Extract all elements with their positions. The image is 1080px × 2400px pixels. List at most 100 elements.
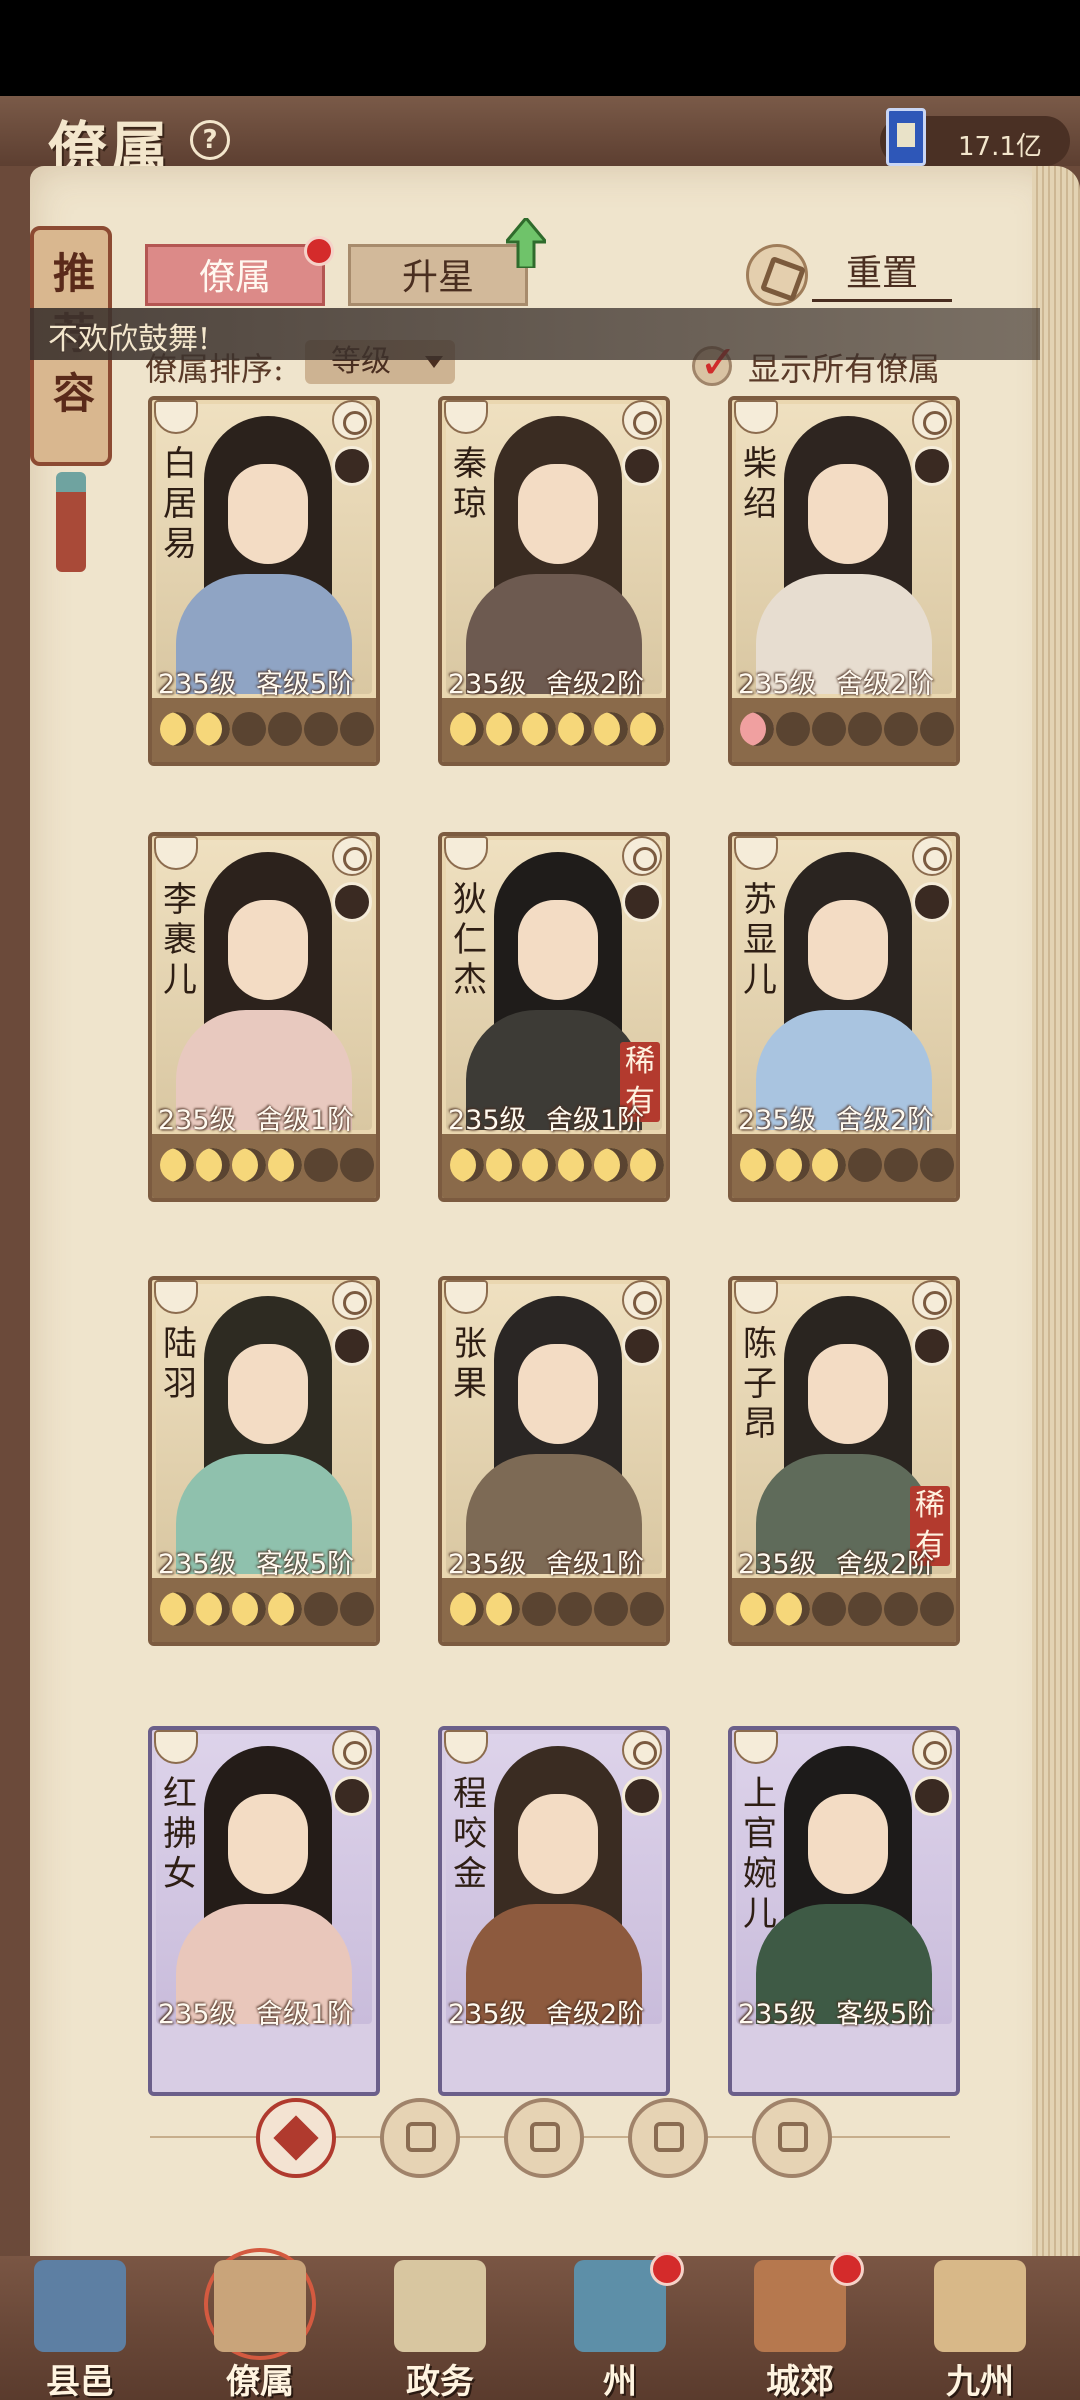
nav-county[interactable]: 县邑 — [0, 2256, 160, 2400]
moon-icon — [304, 1148, 338, 1182]
moon-icon — [522, 1148, 556, 1182]
attribute-icon — [622, 400, 662, 440]
moon-row — [732, 698, 956, 762]
rank-label: 舍级1阶 — [256, 1105, 355, 1136]
level-label: 235级 — [158, 669, 237, 700]
nav-label: 九州 — [946, 2362, 1014, 2400]
help-icon[interactable]: ? — [190, 120, 230, 160]
retainer-card[interactable]: 陈子昂稀有 235级 舍级2阶 — [728, 1276, 960, 1646]
name-char: 红 — [163, 1774, 197, 1814]
retainer-name: 苏显儿 — [740, 880, 780, 1000]
monkey-icon-glyph — [530, 2122, 560, 2152]
name-char: 狄 — [453, 880, 487, 920]
reset-scroll-icon[interactable] — [746, 244, 808, 306]
moon-icon — [196, 1148, 230, 1182]
portrait-face — [518, 900, 598, 1000]
tab-star-up[interactable]: 升星 — [348, 244, 528, 306]
attribute-icon — [912, 1730, 952, 1770]
moon-icon — [232, 1592, 266, 1626]
county-icon — [34, 2260, 126, 2352]
retainer-card[interactable]: 苏显儿 235级 舍级2阶 — [728, 832, 960, 1202]
nav-affairs[interactable]: 政务 — [360, 2256, 520, 2400]
fan-icon[interactable] — [628, 2098, 708, 2178]
name-char: 儿 — [743, 1894, 777, 1934]
retainer-card[interactable]: 白居易 235级 客级5阶 — [148, 396, 380, 766]
retainer-card[interactable]: 张果 235级 舍级1阶 — [438, 1276, 670, 1646]
name-char: 果 — [453, 1364, 487, 1404]
attribute-icon — [912, 1280, 952, 1320]
affairs-icon — [394, 2260, 486, 2352]
tab-retainers[interactable]: 僚属 — [145, 244, 325, 306]
nav-prefecture[interactable]: 州 — [540, 2252, 700, 2400]
moon-icon — [486, 1148, 520, 1182]
moon-icon — [812, 712, 846, 746]
name-char: 昂 — [743, 1404, 777, 1444]
attribute-icon — [912, 836, 952, 876]
moon-icon — [630, 1592, 664, 1626]
name-char: 拂 — [163, 1814, 197, 1854]
card-stats: 235级 客级5阶 — [732, 1992, 956, 2030]
nav-label: 僚属 — [226, 2362, 294, 2400]
retainer-card[interactable]: 狄仁杰稀有 235级 舍级1阶 — [438, 832, 670, 1202]
retainer-card[interactable]: 秦琼 235级 舍级2阶 — [438, 396, 670, 766]
header-bar: 僚属 ? 17.1亿 — [0, 96, 1080, 183]
card-stats: 235级 舍级2阶 — [732, 1098, 956, 1136]
moon-row — [732, 1578, 956, 1642]
portrait-face — [228, 1344, 308, 1444]
nav-suburb[interactable]: 城郊 — [720, 2252, 880, 2400]
retainer-name: 李裹儿 — [160, 880, 200, 1000]
fan-icon-glyph — [654, 2122, 684, 2152]
name-char: 陈 — [743, 1324, 777, 1364]
level-label: 235级 — [448, 1105, 527, 1136]
currency-display[interactable]: 17.1亿 — [880, 108, 1070, 166]
horse-icon[interactable] — [752, 2098, 832, 2178]
retainer-name: 张果 — [450, 1324, 490, 1404]
rank-label: 舍级2阶 — [836, 669, 935, 700]
scholar-hat-icon[interactable] — [380, 2098, 460, 2178]
portrait-face — [808, 464, 888, 564]
nav-retainer[interactable]: 僚属 — [180, 2248, 340, 2400]
name-char: 易 — [163, 524, 197, 564]
mini-avatar — [332, 1776, 372, 1816]
level-label: 235级 — [448, 1549, 527, 1580]
map-icon — [934, 2260, 1026, 2352]
rank-label: 舍级2阶 — [836, 1549, 935, 1580]
moon-icon — [848, 1592, 882, 1626]
portrait-face — [518, 464, 598, 564]
all-icon[interactable] — [256, 2098, 336, 2178]
moon-icon — [558, 712, 592, 746]
card-stats: 235级 舍级2阶 — [732, 662, 956, 700]
name-char: 柴 — [743, 444, 777, 484]
retainer-card[interactable]: 红拂女 235级 舍级1阶 — [148, 1726, 380, 2096]
retainer-card[interactable]: 上官婉儿 235级 客级5阶 — [728, 1726, 960, 2096]
moon-icon — [268, 1148, 302, 1182]
retainer-card[interactable]: 柴绍 235级 舍级2阶 — [728, 396, 960, 766]
attribute-icon — [622, 1280, 662, 1320]
notification-dot — [830, 2252, 864, 2286]
moon-row — [442, 1578, 666, 1642]
moon-icon — [160, 1592, 194, 1626]
moon-icon — [812, 1592, 846, 1626]
retainer-name: 陈子昂 — [740, 1324, 780, 1444]
moon-icon — [740, 1592, 774, 1626]
card-stats: 235级 客级5阶 — [152, 1542, 376, 1580]
retainer-card[interactable]: 李裹儿 235级 舍级1阶 — [148, 832, 380, 1202]
name-char: 女 — [163, 1854, 197, 1894]
retainer-name: 柴绍 — [740, 444, 780, 524]
name-char: 金 — [453, 1854, 487, 1894]
rank-label: 舍级1阶 — [256, 1999, 355, 2030]
moon-row — [732, 1134, 956, 1198]
book-page-edge — [1032, 166, 1080, 2316]
retainer-card[interactable]: 陆羽 235级 客级5阶 — [148, 1276, 380, 1646]
moon-icon — [232, 1148, 266, 1182]
retainer-name: 白居易 — [160, 444, 200, 564]
moon-icon — [450, 712, 484, 746]
moon-icon — [920, 712, 954, 746]
nav-map[interactable]: 九州 — [900, 2256, 1060, 2400]
rank-label: 舍级2阶 — [546, 1999, 645, 2030]
monkey-icon[interactable] — [504, 2098, 584, 2178]
retainer-card[interactable]: 程咬金 235级 舍级2阶 — [438, 1726, 670, 2096]
portrait-face — [808, 1794, 888, 1894]
reset-button[interactable]: 重置 — [812, 246, 952, 302]
tassel-icon — [56, 472, 86, 572]
